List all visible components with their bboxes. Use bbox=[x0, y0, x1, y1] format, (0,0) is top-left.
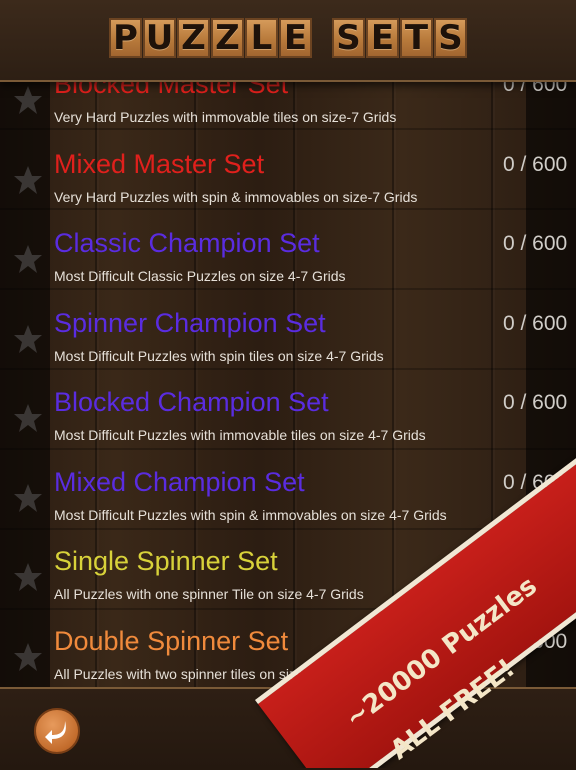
title-letter-tile: P bbox=[109, 18, 142, 58]
set-list-item[interactable]: Blocked Champion Set Most Difficult Puzzl… bbox=[0, 387, 576, 467]
title-letter-tile: E bbox=[366, 18, 399, 58]
title-letter-tile: Z bbox=[177, 18, 210, 58]
set-progress: 0 / 600 bbox=[503, 470, 568, 494]
set-description: Most Difficult Puzzles with spin & immov… bbox=[54, 506, 447, 523]
set-title: Mixed Master Set bbox=[54, 148, 265, 179]
set-list-item[interactable]: Spinner Champion Set Most Difficult Puzzl… bbox=[0, 308, 576, 388]
title-letter-tile: U bbox=[143, 18, 176, 58]
star-icon bbox=[13, 403, 43, 433]
title-word-puzzle: PUZZLE bbox=[109, 18, 312, 58]
back-arrow-icon bbox=[45, 721, 66, 744]
title-letter-tile: S bbox=[332, 18, 365, 58]
title-word-sets: SETS bbox=[332, 18, 467, 58]
header-bar: PUZZLE SETS bbox=[0, 0, 576, 82]
set-description: Very Hard Puzzles with immovable tiles o… bbox=[54, 109, 397, 125]
set-title: Classic Champion Set bbox=[54, 228, 320, 258]
set-progress: 0 / 600 bbox=[503, 391, 568, 414]
star-icon bbox=[13, 642, 43, 672]
set-description: Most Difficult Classic Puzzles on size 4… bbox=[54, 268, 346, 284]
set-description: Most Difficult Puzzles with spin tiles o… bbox=[54, 347, 384, 364]
set-progress: 0 / 600 bbox=[503, 629, 568, 653]
star-icon bbox=[13, 324, 43, 354]
set-title: Spinner Champion Set bbox=[54, 307, 326, 338]
star-icon bbox=[13, 85, 43, 115]
set-description: All Puzzles with two spinner tiles on si… bbox=[54, 665, 366, 682]
title-letter-tile: S bbox=[434, 18, 467, 58]
set-list-item[interactable]: Blocked Master Set Very Hard Puzzles with… bbox=[0, 82, 576, 149]
set-description: Most Difficult Puzzles with immovable ti… bbox=[54, 427, 426, 443]
back-button[interactable] bbox=[34, 708, 80, 754]
title-letter-tile: Z bbox=[211, 18, 244, 58]
title-letter-tile: L bbox=[245, 18, 278, 58]
star-icon bbox=[13, 562, 43, 592]
star-icon bbox=[13, 165, 43, 195]
set-title: Mixed Champion Set bbox=[54, 466, 305, 497]
set-title: Blocked Champion Set bbox=[54, 387, 329, 417]
star-icon bbox=[13, 244, 43, 274]
set-description: Very Hard Puzzles with spin & immovables… bbox=[54, 188, 418, 205]
set-list-item[interactable]: Classic Champion Set Most Difficult Class… bbox=[0, 228, 576, 308]
set-description: All Puzzles with one spinner Tile on siz… bbox=[54, 586, 364, 602]
set-progress: 0 / 600 bbox=[503, 82, 568, 96]
title-letter-tile: T bbox=[400, 18, 433, 58]
set-list-item[interactable]: Mixed Master Set Very Hard Puzzles with s… bbox=[0, 149, 576, 229]
page-title: PUZZLE SETS bbox=[0, 18, 576, 58]
set-title: Single Spinner Set bbox=[54, 546, 278, 576]
set-title: Blocked Master Set bbox=[54, 82, 289, 99]
title-letter-tile: E bbox=[279, 18, 312, 58]
set-list-item[interactable]: Mixed Champion Set Most Difficult Puzzles… bbox=[0, 467, 576, 547]
set-progress: 0 / 600 bbox=[503, 311, 568, 335]
set-title: Double Spinner Set bbox=[54, 625, 289, 656]
set-progress: 0 / 600 bbox=[503, 550, 568, 573]
set-progress: 0 / 600 bbox=[503, 232, 568, 255]
star-icon bbox=[13, 483, 43, 513]
set-progress: 0 / 600 bbox=[503, 152, 568, 176]
